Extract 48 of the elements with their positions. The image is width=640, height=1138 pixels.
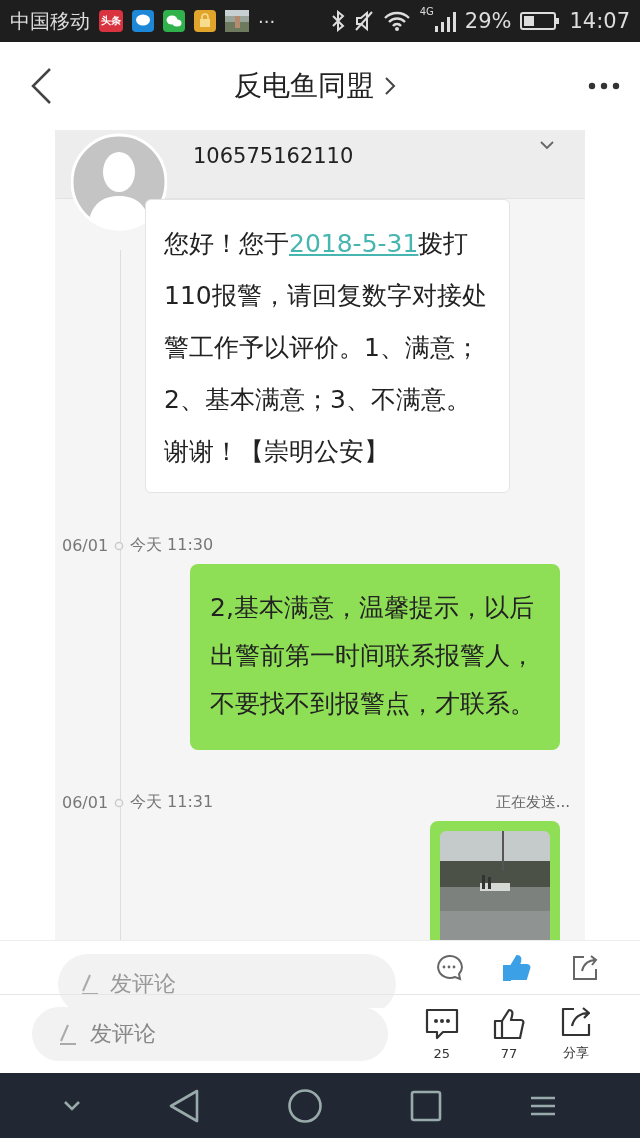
battery-percent: 29% (464, 9, 512, 33)
thumbs-up-icon[interactable] (502, 953, 532, 983)
message-date: 06/01 (62, 793, 106, 812)
chevron-down-icon (539, 140, 555, 150)
pen-icon (80, 973, 100, 995)
home-icon[interactable] (287, 1087, 323, 1124)
comment-icon[interactable] (424, 1007, 459, 1040)
thumbs-up-icon[interactable] (493, 1007, 525, 1040)
lock-app-icon (194, 10, 216, 32)
comment-icon[interactable] (434, 953, 464, 983)
chat-app-icon (163, 10, 185, 32)
share-icon[interactable] (560, 1006, 593, 1038)
message-time: 今天 11:31 (130, 792, 214, 813)
received-message: 您好！您于2018-5-31拨打110报警，请回复数字对接处警工作予以评价。1、满意；2、基本满意；3、不满意。谢谢！【崇明公安】 (145, 199, 510, 493)
sent-message: 2,基本满意，温馨提示，以后出警前第一时间联系报警人，不要找不到报警点，才联系。 (190, 564, 560, 750)
sending-status: 正在发送... (495, 793, 570, 812)
date-link[interactable]: 2018-5-31 (289, 229, 419, 258)
chevron-down-icon[interactable] (63, 1099, 82, 1112)
recent-apps-icon[interactable] (409, 1089, 442, 1122)
more-icon[interactable] (588, 82, 620, 90)
comment-field[interactable]: 发评论 (32, 1007, 388, 1061)
carrier-name: 中国移动 (10, 7, 90, 35)
more-notifications: ··· (258, 10, 276, 32)
message-time: 今天 11:30 (130, 535, 214, 556)
clock-time: 14:07 (569, 9, 630, 33)
network-type: 4G (419, 6, 434, 17)
mute-icon (353, 10, 374, 32)
menu-icon[interactable] (528, 1094, 557, 1117)
news-app-icon: 头条 (99, 10, 123, 32)
message-app-icon (132, 10, 154, 32)
sender-number: 106575162110 (193, 144, 354, 168)
action-label: 分享 (563, 1044, 590, 1062)
timeline-dot-icon (114, 797, 124, 808)
comment-field[interactable]: 发评论 (58, 954, 396, 1008)
action-label: 77 (500, 1045, 518, 1061)
wifi-icon (382, 10, 411, 32)
signal-icon (433, 10, 456, 32)
timeline-dot-icon (114, 540, 124, 551)
pen-icon (58, 1023, 78, 1045)
message-date: 06/01 (62, 536, 106, 555)
share-icon[interactable] (570, 953, 600, 983)
back-icon[interactable] (30, 67, 52, 105)
chat-title[interactable]: 反电鱼同盟 (234, 67, 374, 105)
action-label: 25 (433, 1045, 450, 1061)
back-icon[interactable] (168, 1087, 201, 1124)
chevron-right-icon[interactable] (384, 76, 396, 96)
bluetooth-icon (330, 10, 345, 32)
battery-icon (520, 11, 561, 31)
